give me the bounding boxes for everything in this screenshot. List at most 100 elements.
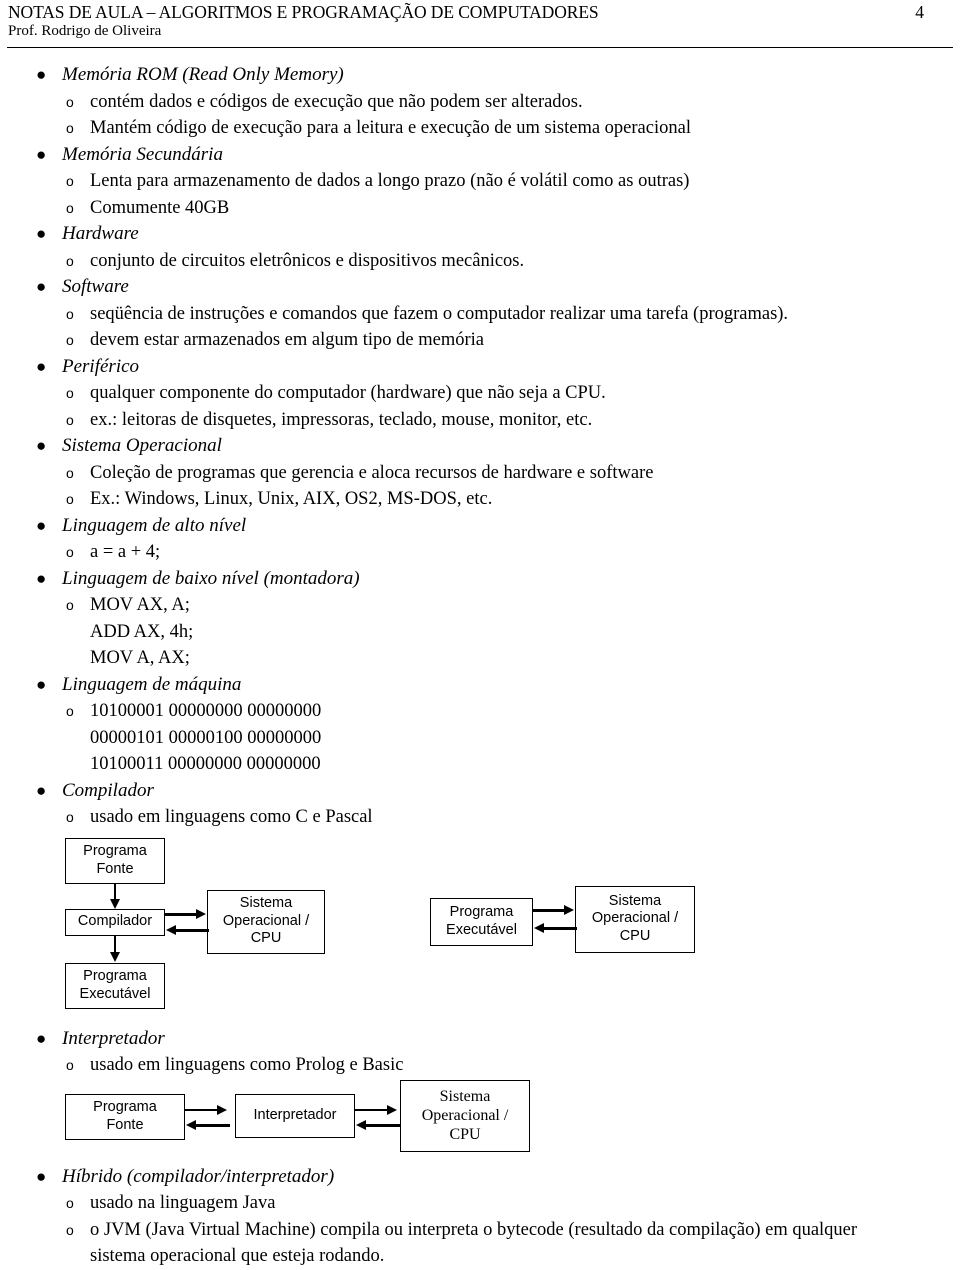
list-item-label: Ex.: Windows, Linux, Unix, AIX, OS2, MS-… <box>90 489 493 509</box>
circle-bullet-icon: o <box>66 703 74 719</box>
connector-so-to-interpretador <box>366 1124 400 1127</box>
outline-heading-linguagem-baixo-nivel: ● Linguagem de baixo nível (montadora) <box>0 566 960 593</box>
circle-bullet-icon: o <box>66 1057 74 1073</box>
list-item: o devem estar armazenados em algum tipo … <box>0 327 960 354</box>
sub-list-memoria-secundaria: o Lenta para armazenamento de dados a lo… <box>0 168 960 221</box>
connector-fonte-to-compilador <box>113 883 116 900</box>
circle-bullet-icon: o <box>66 411 74 428</box>
heading-label: Memória ROM (Read Only Memory) <box>62 64 344 85</box>
diagram-box-programa-executavel: Programa Executável <box>65 962 165 1009</box>
diagram-box-compilador: Compilador <box>65 908 165 936</box>
bullet-icon: ● <box>36 1166 47 1186</box>
sub-list-hibrido: o usado na linguagem Java o o JVM (Java … <box>0 1190 960 1270</box>
sub-list-linguagem-maquina: o 10100001 00000000 00000000 00000101 00… <box>0 698 960 778</box>
bullet-icon: ● <box>36 144 47 164</box>
outline-heading-interpretador: ● Interpretador <box>0 1026 960 1053</box>
list-item: o usado em linguagens como Prolog e Basi… <box>0 1052 960 1079</box>
circle-bullet-icon: o <box>66 252 74 269</box>
page-header: NOTAS DE AULA – ALGORITMOS E PROGRAMAÇÃO… <box>0 0 960 50</box>
heading-label: Compilador <box>62 779 154 801</box>
sub-list-sistema-operacional: o Coleção de programas que gerencia e al… <box>0 460 960 513</box>
diagram-box-right-programa-executavel: Programa Executável <box>430 897 533 946</box>
arrowhead-right-icon <box>196 909 206 919</box>
bullet-icon: ● <box>36 65 47 84</box>
arrowhead-left-icon <box>356 1120 366 1130</box>
box-label: Compilador <box>77 913 153 930</box>
diagram-box-sistema-operacional-cpu: Sistema Operacional / CPU <box>207 889 325 954</box>
circle-bullet-icon: o <box>66 1195 74 1211</box>
connector-compilador-to-so <box>165 913 198 916</box>
sub-list-software: o seqüência de instruções e comandos que… <box>0 301 960 354</box>
heading-label: Sistema Operacional <box>62 435 222 456</box>
list-item-label: contém dados e códigos de execução que n… <box>90 91 583 112</box>
list-item-label: usado na linguagem Java <box>90 1193 276 1213</box>
box-line-2: Fonte <box>96 860 134 877</box>
bullet-icon: ● <box>36 780 47 800</box>
box-line-1: Sistema <box>239 895 293 912</box>
box-line-1: Programa <box>93 1099 157 1115</box>
circle-bullet-icon: o <box>66 544 74 560</box>
document-author: Prof. Rodrigo de Oliveira <box>8 23 162 39</box>
code-line: MOV AX, A; <box>90 595 190 615</box>
connector-fonte-to-interpretador <box>185 1108 219 1111</box>
document-body: ● Memória ROM (Read Only Memory) o conté… <box>0 62 960 1270</box>
circle-bullet-icon: o <box>66 332 74 348</box>
connector-interpretador-to-so <box>355 1108 389 1111</box>
outline-heading-periferico: ● Periférico <box>0 354 960 381</box>
box-label: Interpretador <box>253 1106 337 1123</box>
diagram2-box-programa-fonte: Programa Fonte <box>65 1093 185 1140</box>
outline-list-hibrido: ● Híbrido (compilador/interpretador) o u… <box>0 1164 960 1270</box>
connector-so-to-executavel <box>544 927 577 930</box>
heading-label: Software <box>62 276 129 297</box>
connector-interpretador-to-fonte <box>196 1124 230 1127</box>
list-item-label: Coleção de programas que gerencia e aloc… <box>90 462 654 483</box>
sub-list-hardware: o conjunto de circuitos eletrônicos e di… <box>0 248 960 275</box>
heading-label: Linguagem de máquina <box>62 673 242 695</box>
box-line-1: Programa <box>83 843 147 859</box>
bullet-icon: ● <box>36 224 47 243</box>
bullet-icon: ● <box>36 1028 47 1048</box>
diagram2-box-sistema-operacional-cpu: Sistema Operacional / CPU <box>400 1079 530 1152</box>
box-line-1: Sistema <box>439 1088 491 1105</box>
header-divider <box>7 47 953 48</box>
box-line-3: CPU <box>250 930 282 947</box>
box-line-2: Fonte <box>106 1116 144 1133</box>
box-line-2: Executável <box>79 985 151 1002</box>
code-continuation: 00000101 00000100 00000000 <box>0 725 960 752</box>
list-item-label: conjunto de circuitos eletrônicos e disp… <box>90 250 525 271</box>
list-item: o qualquer componente do computador (har… <box>0 380 960 407</box>
circle-bullet-icon: o <box>66 1221 74 1238</box>
sub-list-linguagem-baixo-nivel: o MOV AX, A; ADD AX, 4h; MOV A, AX; <box>0 592 960 672</box>
list-item: o seqüência de instruções e comandos que… <box>0 301 960 328</box>
circle-bullet-icon: o <box>66 120 74 136</box>
list-item: o Coleção de programas que gerencia e al… <box>0 460 960 487</box>
sub-list-periferico: o qualquer componente do computador (har… <box>0 380 960 433</box>
list-item: o Mantém código de execução para a leitu… <box>0 115 960 142</box>
code-line: 00000101 00000100 00000000 <box>90 727 322 748</box>
list-item-label: devem estar armazenados em algum tipo de… <box>90 330 485 350</box>
outline-heading-memoria-rom: ● Memória ROM (Read Only Memory) <box>0 62 960 89</box>
box-line-2: Executável <box>446 921 517 938</box>
heading-label: Interpretador <box>62 1027 165 1049</box>
bullet-icon: ● <box>36 568 47 588</box>
heading-label: Periférico <box>62 355 140 377</box>
list-item-label: usado em linguagens como Prolog e Basic <box>90 1055 404 1075</box>
list-item: o Comumente 40GB <box>0 195 960 222</box>
diagram2-box-interpretador: Interpretador <box>235 1093 355 1138</box>
circle-bullet-icon: o <box>66 464 74 481</box>
code-line: ADD AX, 4h; <box>90 621 194 642</box>
connector-executavel-to-so <box>533 909 566 912</box>
list-item-label: ex.: leitoras de disquetes, impressoras,… <box>90 409 593 430</box>
arrowhead-left-icon <box>166 925 176 935</box>
diagram-box-right-sistema-operacional-cpu: Sistema Operacional / CPU <box>575 885 695 953</box>
bullet-icon: ● <box>36 515 47 535</box>
arrowhead-right-icon <box>387 1104 397 1115</box>
outline-heading-software: ● Software <box>0 274 960 301</box>
sub-list-interpretador: o usado em linguagens como Prolog e Basi… <box>0 1052 960 1079</box>
circle-bullet-icon: o <box>66 491 74 507</box>
document-title: NOTAS DE AULA – ALGORITMOS E PROGRAMAÇÃO… <box>8 2 599 22</box>
code-continuation: MOV A, AX; <box>0 645 960 672</box>
outline-list-interpretador: ● Interpretador o usado em linguagens co… <box>0 1026 960 1079</box>
arrowhead-left-icon <box>186 1120 196 1130</box>
diagram-compilador: Programa Fonte Compilador Sistema Operac… <box>0 831 960 1026</box>
